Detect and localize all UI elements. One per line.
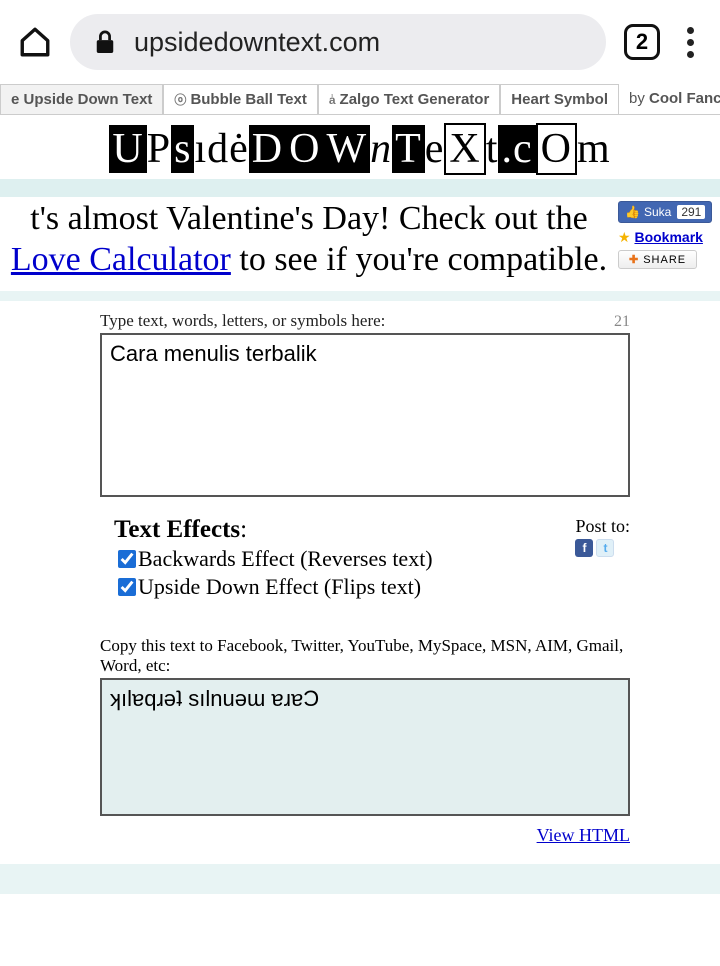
bookmark-row: ★ Bookmark — [618, 229, 720, 246]
char-counter: 21 — [614, 313, 630, 331]
love-calculator-link[interactable]: Love Calculator — [11, 241, 231, 278]
byline-link[interactable]: Cool Fancy Text Generator — [649, 90, 720, 107]
main-content: Type text, words, letters, or symbols he… — [0, 301, 720, 856]
tab-heart-symbol[interactable]: Heart Symbol — [500, 84, 619, 114]
effects-heading: Text Effects — [114, 516, 240, 543]
decorative-band — [0, 291, 720, 301]
share-button[interactable]: ✚ SHARE — [618, 250, 697, 269]
facebook-icon[interactable]: f — [575, 539, 593, 557]
tab-bubble-ball[interactable]: ⓞBubble Ball Text — [163, 84, 317, 114]
circle-icon: ⓞ — [174, 91, 186, 108]
tab-count-value: 2 — [636, 29, 648, 55]
view-html-link[interactable]: View HTML — [537, 825, 630, 845]
decorative-band — [0, 179, 720, 197]
home-icon[interactable] — [18, 25, 52, 59]
url-text: upsidedowntext.com — [134, 27, 380, 58]
star-icon: ★ — [618, 229, 631, 245]
upside-down-label[interactable]: Upside Down Effect (Flips text) — [138, 574, 421, 600]
url-bar[interactable]: upsidedowntext.com — [70, 14, 606, 70]
lock-icon — [94, 29, 116, 55]
output-label: Copy this text to Facebook, Twitter, You… — [100, 636, 630, 676]
plus-icon: ✚ — [629, 253, 639, 266]
tab-upside-down[interactable]: e Upside Down Text — [0, 84, 163, 114]
decorative-band — [0, 864, 720, 894]
bookmark-link[interactable]: Bookmark — [634, 229, 702, 245]
browser-chrome: upsidedowntext.com 2 — [0, 0, 720, 84]
side-column: 👍 Suka 291 ★ Bookmark ✚ SHARE — [618, 197, 720, 291]
byline: by Cool Fancy Text Generator — [619, 84, 720, 114]
site-logo[interactable]: UPsıdėDOWnTeXt.cOm — [0, 115, 720, 179]
post-to-label: Post to: — [575, 516, 630, 537]
input-label: Type text, words, letters, or symbols he… — [100, 311, 385, 331]
like-count: 291 — [677, 205, 705, 219]
zalgo-icon: a̾ — [329, 93, 336, 107]
upside-down-checkbox[interactable] — [118, 578, 136, 596]
backwards-label[interactable]: Backwards Effect (Reverses text) — [138, 546, 433, 572]
facebook-like-button[interactable]: 👍 Suka 291 — [618, 201, 712, 223]
tab-count-button[interactable]: 2 — [624, 24, 660, 60]
backwards-checkbox[interactable] — [118, 550, 136, 568]
tab-zalgo[interactable]: a̾Zalgo Text Generator — [318, 84, 500, 114]
input-textarea[interactable] — [100, 333, 630, 497]
promo-banner: t's almost Valentine's Day! Check out th… — [0, 197, 618, 291]
menu-icon[interactable] — [678, 27, 702, 58]
nav-tabs: e Upside Down Text ⓞBubble Ball Text a̾Z… — [0, 84, 720, 115]
output-textarea[interactable] — [100, 678, 630, 816]
twitter-icon[interactable]: t — [596, 539, 614, 557]
thumbs-up-icon: 👍 — [625, 205, 640, 219]
